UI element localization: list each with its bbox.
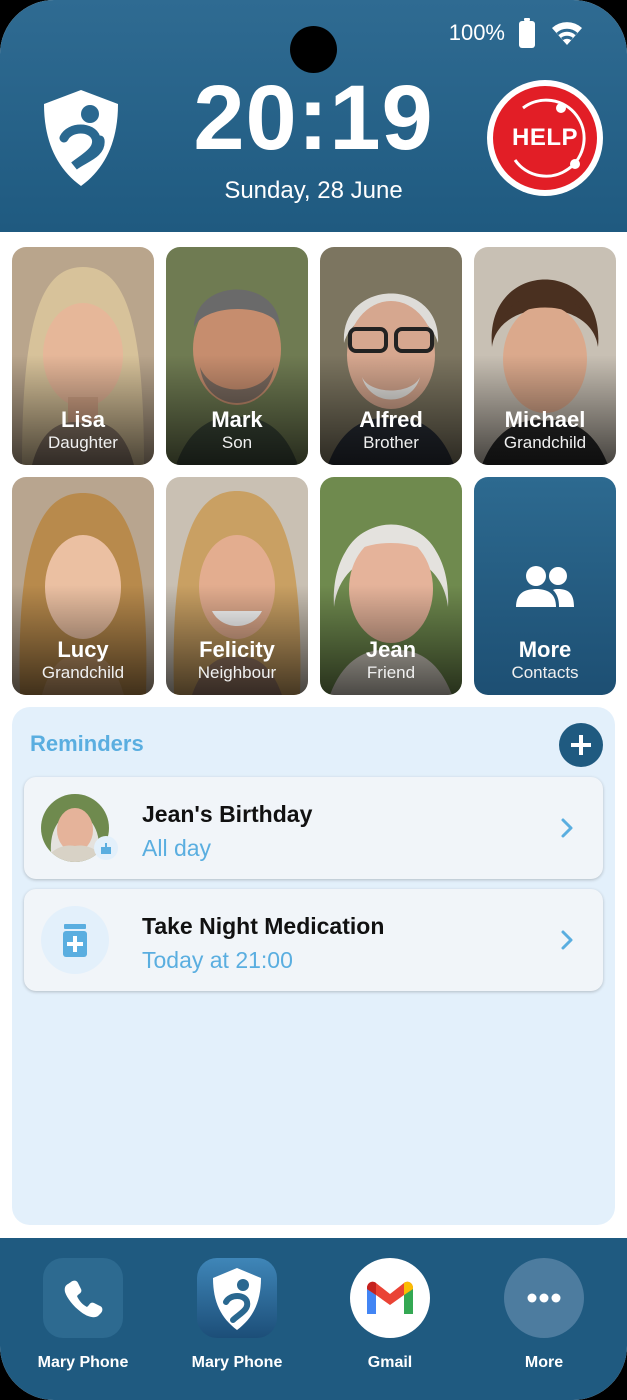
dock-label: More (524, 1354, 564, 1371)
contact-relation: Grandchild (503, 433, 587, 452)
app-logo-icon (197, 1258, 277, 1338)
dock-phone-app[interactable]: Mary Phone (23, 1258, 143, 1372)
contact-name: Lucy (57, 637, 109, 662)
clock-time: 20:19 (193, 67, 434, 169)
help-label: HELP (511, 124, 578, 151)
dock-label: Gmail (367, 1354, 413, 1371)
contact-relation: Grandchild (41, 663, 125, 682)
contact-card-alfred[interactable]: Alfred Brother (320, 247, 462, 465)
contact-card-jean[interactable]: Jean Friend (320, 477, 462, 695)
help-button[interactable]: HELP (487, 80, 603, 196)
more-contacts-button[interactable]: More Contacts (474, 477, 616, 695)
contact-card-mark[interactable]: Mark Son (166, 247, 308, 465)
reminder-item-medication[interactable]: Take Night Medication Today at 21:00 (24, 889, 603, 991)
battery-percent: 100% (448, 20, 505, 45)
contact-name: Alfred (359, 407, 423, 432)
contact-name: Michael (504, 407, 586, 432)
reminder-subtitle: All day (142, 835, 212, 861)
phone-icon (43, 1258, 123, 1338)
plus-icon (571, 735, 591, 755)
app-dock: Mary Phone Mary Phone Gmail More (0, 1238, 627, 1400)
dock-label: Mary Phone (37, 1354, 129, 1371)
battery-icon (519, 18, 535, 48)
reminder-title: Take Night Medication (142, 913, 385, 939)
reminder-title: Jean's Birthday (142, 801, 313, 827)
contact-card-michael[interactable]: Michael Grandchild (474, 247, 616, 465)
clock-date: Sunday, 28 June (224, 177, 403, 204)
header: 100% 20:19 Sunday, 28 June HELP (0, 0, 627, 232)
phone-screen: 100% 20:19 Sunday, 28 June HELP Lisa Dau… (0, 0, 627, 1400)
birthday-cake-icon (94, 836, 118, 860)
contact-name: Lisa (60, 407, 106, 432)
contact-name: Felicity (199, 637, 275, 662)
dock-gmail-app[interactable]: Gmail (330, 1258, 450, 1372)
contact-relation: Daughter (48, 433, 118, 452)
contact-relation: Friend (366, 663, 416, 682)
chevron-right-icon (561, 818, 573, 838)
dock-label: Mary Phone (191, 1354, 283, 1371)
more-label: More (518, 637, 572, 662)
contact-name: Jean (365, 637, 417, 662)
reminders-title: Reminders (30, 731, 144, 756)
gmail-icon (350, 1258, 430, 1338)
dock-mary-phone-app[interactable]: Mary Phone (177, 1258, 297, 1372)
contact-relation: Son (221, 433, 253, 452)
status-bar: 100% (449, 16, 585, 50)
chevron-right-icon (561, 930, 573, 950)
reminder-item-birthday[interactable]: Jean's Birthday All day (24, 777, 603, 879)
add-reminder-button[interactable] (559, 723, 603, 767)
front-camera (290, 26, 337, 73)
reminder-subtitle: Today at 21:00 (142, 947, 293, 973)
people-icon (516, 566, 574, 607)
wifi-icon (552, 22, 582, 45)
dock-more-button[interactable]: More (484, 1258, 604, 1372)
contact-card-felicity[interactable]: Felicity Neighbour (166, 477, 308, 695)
contact-name: Mark (211, 407, 263, 432)
contact-relation: Neighbour (197, 663, 277, 682)
reminders-panel: Reminders Jean's Birthday All day Take N… (12, 707, 615, 1225)
more-dots-icon (504, 1258, 584, 1338)
medication-icon (41, 906, 109, 974)
app-logo-icon[interactable] (40, 88, 122, 188)
contact-card-lucy[interactable]: Lucy Grandchild (12, 477, 154, 695)
contact-card-lisa[interactable]: Lisa Daughter (12, 247, 154, 465)
contact-relation: Brother (363, 433, 419, 452)
more-sublabel: Contacts (511, 663, 579, 682)
